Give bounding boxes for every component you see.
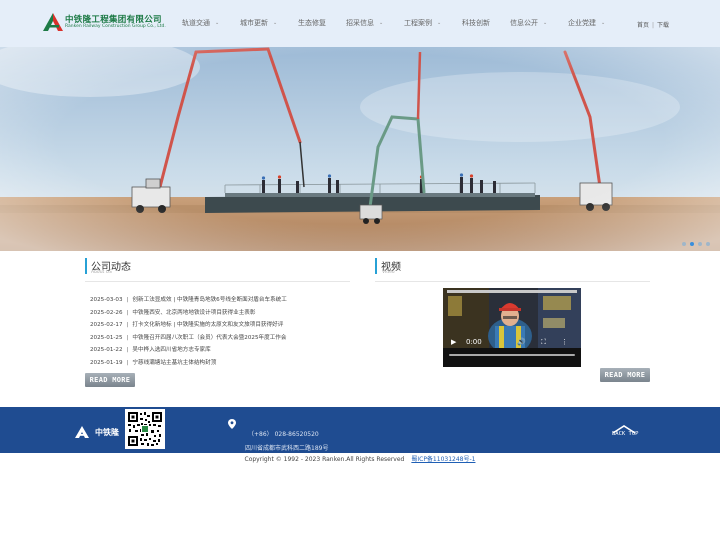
news-headline: 创新工法显成效 | 中铁隆青岛地铁6号线全断面对盾台车系统工: [132, 297, 287, 303]
footer-logo-text: 中铁隆: [95, 428, 119, 437]
qr-code-icon: [127, 411, 163, 447]
copyright-bar: Copyright © 1992 - 2023 Ranken.All Right…: [0, 454, 720, 463]
news-separator: |: [126, 347, 129, 353]
news-separator: |: [126, 334, 129, 341]
news-headline: 中铁隆召开四届八次职工（会员）代表大会暨2025年度工作会: [132, 334, 287, 341]
chevron-down-icon: ⌄: [379, 20, 384, 26]
more-options-icon[interactable]: ⋮: [561, 336, 568, 348]
link-separator: |: [652, 22, 655, 29]
news-separator: |: [126, 309, 129, 316]
video-controls: ▶ 0:00 🔊 ⛶ ⋮: [443, 336, 581, 356]
video-player[interactable]: ▶ 0:00 🔊 ⛶ ⋮: [443, 288, 581, 367]
site-header: 中铁隆工程集团有限公司 Ranken Railway Construction …: [0, 0, 720, 47]
video-title-accent: [375, 258, 377, 274]
nav-label: 轨道交通: [182, 19, 210, 27]
nav-label: 生态修复: [298, 19, 326, 27]
chevron-down-icon: ⌄: [273, 20, 278, 26]
banner-dot-1[interactable]: [682, 242, 686, 246]
nav-label: 工程案例: [404, 19, 432, 27]
location-pin-icon: [228, 419, 236, 429]
nav-label: 企业党建: [568, 19, 596, 27]
nav-item-ecological-restoration[interactable]: 生态修复: [298, 18, 326, 28]
play-icon[interactable]: ▶: [451, 336, 456, 348]
news-divider: [85, 281, 350, 282]
video-read-more-button[interactable]: READ MORE: [600, 368, 650, 382]
construction-site-photo: [0, 47, 720, 251]
footer-phone: （+86） 028-86520520: [248, 431, 319, 438]
nav-label: 城市更新: [240, 19, 268, 27]
nav-label: 信息公开: [510, 19, 538, 27]
nav-item-urban-renewal[interactable]: 城市更新 ⌄: [240, 18, 277, 28]
nav-label: 科技创新: [462, 19, 490, 27]
news-read-more-button[interactable]: READ MORE: [85, 373, 135, 387]
volume-icon[interactable]: 🔊: [517, 336, 526, 348]
copyright-text: Copyright © 1992 - 2023 Ranken.All Right…: [244, 456, 405, 463]
banner-dot-2[interactable]: [690, 242, 694, 246]
video-progress-bar[interactable]: [449, 354, 575, 356]
qr-code: [125, 409, 165, 449]
icp-link[interactable]: 蜀ICP备11031248号-1: [411, 456, 475, 463]
nav-item-party-building[interactable]: 企业党建 ⌄: [568, 18, 605, 28]
nav-item-procurement[interactable]: 招采信息 ⌄: [346, 18, 383, 28]
news-separator: |: [126, 322, 129, 328]
logo-english-name: Ranken Railway Construction Group Co., L…: [65, 24, 166, 29]
chevron-down-icon: ⌄: [437, 20, 442, 26]
banner-dot-3[interactable]: [698, 242, 702, 246]
list-item[interactable]: 2025-02-26 | 中铁隆西安、北京两地地铁设计项目获得业主表彰: [90, 308, 255, 316]
news-separator: |: [126, 359, 129, 366]
chevron-down-icon: ⌄: [601, 20, 606, 26]
chevron-down-icon: ⌄: [543, 20, 548, 26]
nav-item-disclosure[interactable]: 信息公开 ⌄: [510, 18, 547, 28]
video-time: 0:00: [466, 338, 482, 346]
news-date: 2025-02-26: [90, 309, 123, 316]
news-separator: |: [126, 297, 129, 303]
banner-dot-4[interactable]: [706, 242, 710, 246]
nav-item-projects[interactable]: 工程案例 ⌄: [404, 18, 441, 28]
logo-mark-icon: [43, 13, 63, 31]
news-date: 2025-01-19: [90, 359, 123, 366]
news-date: 2025-02-17: [90, 322, 123, 328]
nav-item-rail-transit[interactable]: 轨道交通 ⌄: [182, 18, 219, 28]
news-date: 2025-01-22: [90, 347, 123, 353]
footer-logo-mark-icon: [75, 426, 89, 438]
news-headline: 中铁隆西安、北京两地地铁设计项目获得业主表彰: [132, 309, 256, 316]
footer-address: 四川省成都市武科西二路189号: [245, 445, 329, 452]
nav-label: 招采信息: [346, 19, 374, 27]
list-item[interactable]: 2025-01-25 | 中铁隆召开四届八次职工（会员）代表大会暨2025年度工作会: [90, 333, 287, 341]
nav-item-innovation[interactable]: 科技创新: [462, 18, 490, 28]
back-to-top-button[interactable]: BACK TOP: [612, 431, 639, 437]
download-link[interactable]: 下载: [657, 22, 669, 29]
home-link[interactable]: 首页: [637, 22, 649, 29]
news-section-subtitle: About US: [91, 270, 112, 275]
news-headline: 打卡文化新地标 | 中铁隆实施的太原文和友文旅项目获得好评: [132, 322, 284, 328]
news-date: 2025-03-03: [90, 297, 123, 303]
list-item[interactable]: 2025-01-22 | 吴中桦入选四川省地方志专家库: [90, 345, 211, 353]
top-links: 首页 | 下载: [637, 20, 669, 29]
list-item[interactable]: 2025-01-19 | 宁慈线灞塘站主基坑主体结构封顶: [90, 358, 216, 366]
news-date: 2025-01-25: [90, 334, 123, 341]
fullscreen-icon[interactable]: ⛶: [541, 336, 546, 348]
list-item[interactable]: 2025-02-17 | 打卡文化新地标 | 中铁隆实施的太原文和友文旅项目获得好评: [90, 320, 283, 328]
list-item[interactable]: 2025-03-03 | 创新工法显成效 | 中铁隆青岛地铁6号线全断面对盾台车系统…: [90, 295, 287, 303]
video-section-subtitle: Video: [382, 270, 395, 275]
news-headline: 吴中桦入选四川省地方志专家库: [132, 347, 211, 353]
news-title-accent: [85, 258, 87, 274]
video-divider: [375, 281, 650, 282]
chevron-down-icon: ⌄: [215, 20, 220, 26]
company-logo[interactable]: 中铁隆工程集团有限公司 Ranken Railway Construction …: [43, 12, 166, 34]
hero-banner[interactable]: [0, 47, 720, 251]
news-headline: 宁慈线灞塘站主基坑主体结构封顶: [132, 359, 217, 366]
